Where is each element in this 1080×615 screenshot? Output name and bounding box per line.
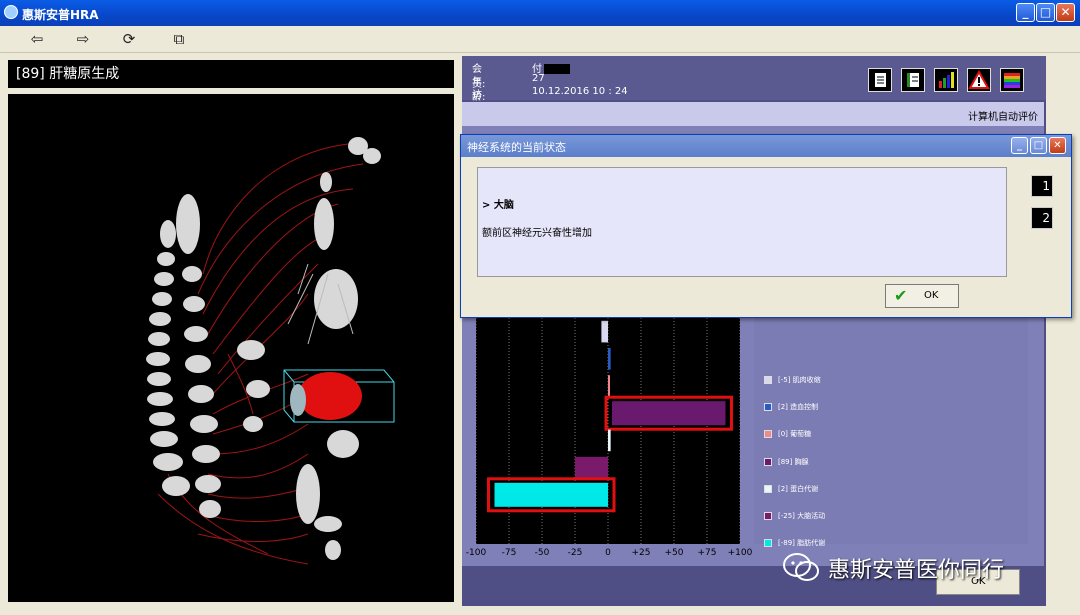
dialog-heading: > 大脑 (482, 200, 514, 211)
window-titlebar: 惠斯安普HRA _ □ ✕ (0, 0, 1080, 26)
legend-item: [-5] 肌肉收缩 (764, 375, 821, 387)
dialog-maximize-button[interactable]: □ (1030, 137, 1047, 154)
bar-chart (475, 318, 741, 544)
bar-0 (601, 320, 608, 343)
legend-label: [-25] 大脑活动 (778, 512, 826, 520)
compare-icon[interactable]: ⧉ (168, 29, 190, 49)
watermark-text: 惠斯安普医你同行 (828, 558, 1005, 583)
x-tick-label: +75 (697, 548, 717, 558)
dialog-page-1-button[interactable]: 1 (1031, 175, 1053, 197)
main-window: 惠斯安普HRA _ □ ✕ ⇦ ⇨ ⟳ ⧉ [89] 肝糖原生成 会员: 付 年… (0, 0, 1080, 615)
legend-swatch (764, 457, 772, 466)
dialog-minimize-button[interactable]: _ (1011, 137, 1028, 154)
spectrum-icon[interactable] (1000, 68, 1024, 92)
legend-label: [89] 胸腺 (778, 457, 809, 466)
legend-label: [2] 造血控制 (778, 403, 819, 412)
list-icon[interactable] (901, 68, 925, 92)
close-button[interactable]: ✕ (1056, 3, 1075, 22)
visit-value: 10.12.2016 10 : 24 (532, 86, 628, 97)
legend-item: [2] 造血控制 (764, 402, 818, 414)
x-tick-label: 0 (605, 548, 611, 558)
x-tick-label: -100 (465, 548, 487, 558)
legend-item: [-89] 脂肪代谢 (764, 538, 825, 550)
bar-chart-icon[interactable] (934, 68, 958, 92)
dialog-text: 额前区神经元兴奋性增加 (482, 228, 592, 239)
bar-1 (608, 348, 611, 370)
bar-6 (494, 482, 608, 507)
forward-arrow-icon[interactable]: ⇨ (72, 29, 94, 49)
dialog-ok-label: OK (924, 290, 939, 301)
x-tick-label: -50 (534, 548, 550, 558)
legend-swatch (764, 430, 772, 439)
nervous-system-dialog: 神经系统的当前状态 _ □ ✕ > 大脑 额前区神经元兴奋性增加 1 2 ✔ O… (460, 134, 1072, 318)
back-arrow-icon[interactable]: ⇦ (26, 29, 48, 49)
dialog-title: 神经系统的当前状态 (467, 141, 566, 154)
app-logo-icon (4, 5, 18, 19)
legend-label: [-89] 脂肪代谢 (778, 539, 826, 548)
warning-icon[interactable] (967, 68, 991, 92)
checkmark-icon: ✔ (894, 286, 908, 305)
legend-item: [89] 胸腺 (764, 457, 809, 469)
legend-swatch (764, 403, 772, 412)
dialog-titlebar: 神经系统的当前状态 _ □ ✕ (461, 135, 1071, 157)
x-tick-label: +100 (727, 548, 753, 558)
toolbar: ⇦ ⇨ ⟳ ⧉ (0, 26, 1080, 53)
x-tick-label: +25 (631, 548, 651, 558)
redaction-mask (544, 64, 570, 74)
organ-title: [89] 肝糖原生成 (8, 60, 454, 88)
dialog-page-2-button[interactable]: 2 (1031, 207, 1053, 229)
bar-chart-svg (475, 318, 741, 544)
legend-swatch (764, 512, 772, 520)
legend-swatch (764, 376, 772, 384)
legend-item: [2] 蛋白代谢 (764, 484, 818, 496)
legend-swatch (764, 484, 772, 493)
left-panel: [89] 肝糖原生成 (4, 56, 458, 606)
maximize-button[interactable]: □ (1036, 3, 1055, 22)
document-icon[interactable] (868, 68, 892, 92)
dialog-content-box: > 大脑 额前区神经元兴奋性增加 (477, 167, 1007, 277)
bar-3 (612, 401, 726, 426)
window-title: 惠斯安普HRA (22, 8, 99, 22)
wechat-logo-icon (783, 553, 819, 581)
anatomy-illustration (146, 137, 395, 565)
legend-label: [2] 蛋白代谢 (778, 484, 819, 493)
evaluation-label: 计算机自动评价 (968, 112, 1038, 123)
x-tick-label: -25 (567, 548, 583, 558)
dialog-page-1-label: 1 (1042, 179, 1050, 193)
refresh-icon[interactable]: ⟳ (118, 29, 140, 49)
legend-item: [0] 葡萄糖 (764, 429, 811, 441)
patient-info-header: 会员: 付 年龄: 27 访问: 10.12.2016 10 : 24 (462, 56, 1074, 116)
legend-item: [-25] 大脑活动 (764, 511, 825, 523)
bar-5 (575, 456, 608, 479)
legend-label: [-5] 肌肉收缩 (778, 376, 821, 384)
legend-label: [0] 葡萄糖 (778, 430, 812, 439)
age-value: 27 (532, 73, 545, 84)
dialog-ok-button[interactable]: ✔ OK (885, 284, 959, 308)
minimize-button[interactable]: _ (1016, 3, 1035, 22)
x-tick-label: +50 (664, 548, 684, 558)
legend-swatch (764, 539, 772, 548)
dialog-page-2-label: 2 (1042, 211, 1050, 225)
bar-2 (608, 375, 610, 397)
dialog-close-button[interactable]: ✕ (1049, 137, 1066, 154)
chart-legend: [-5] 肌肉收缩 [2] 造血控制 [0] 葡萄糖 [89] 胸腺 [2] 蛋白代谢 [… (754, 311, 1028, 548)
anatomy-3d-viewer[interactable] (8, 94, 454, 602)
bar-4 (608, 429, 611, 452)
evaluation-bar: 计算机自动评价 (462, 102, 1044, 126)
highlighted-liver (298, 372, 362, 420)
x-tick-label: -75 (501, 548, 517, 558)
